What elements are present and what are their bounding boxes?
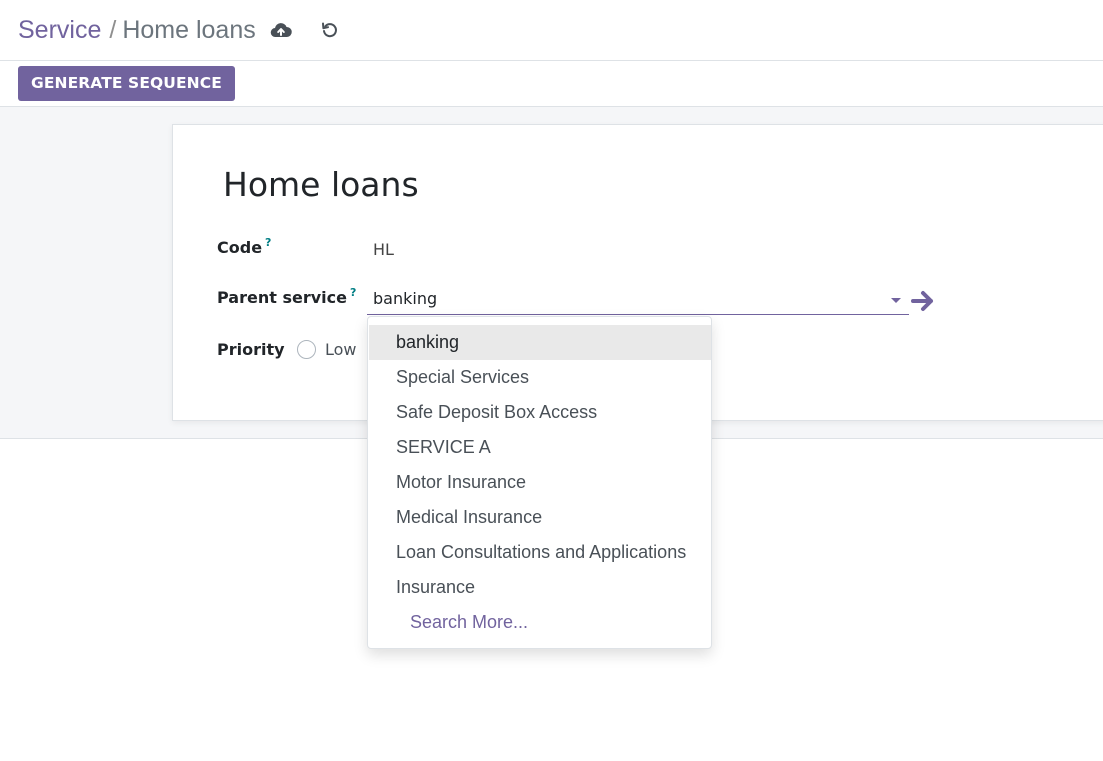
parent-service-input[interactable] [373, 289, 873, 308]
dropdown-option[interactable]: Insurance [369, 570, 711, 605]
dropdown-option[interactable]: Loan Consultations and Applications [369, 535, 711, 570]
priority-low-label[interactable]: Low [325, 340, 357, 359]
generate-sequence-button[interactable]: GENERATE SEQUENCE [18, 66, 235, 101]
control-panel: Service / Home loans [0, 0, 1103, 61]
arrow-right-icon[interactable] [910, 289, 936, 313]
parent-service-label-text: Parent service [217, 288, 347, 307]
dropdown-option[interactable]: Motor Insurance [369, 465, 711, 500]
chevron-down-icon[interactable] [891, 298, 901, 303]
action-bar: GENERATE SEQUENCE [0, 61, 1103, 107]
undo-icon[interactable] [318, 18, 342, 42]
breadcrumb-separator: / [109, 16, 117, 44]
code-label-text: Code [217, 238, 263, 257]
priority-low-radio[interactable] [297, 340, 316, 359]
parent-service-label: Parent service? [217, 286, 356, 307]
dropdown-option[interactable]: Medical Insurance [369, 500, 711, 535]
cloud-upload-icon[interactable] [269, 18, 293, 42]
breadcrumb: Service / Home loans [18, 15, 256, 45]
priority-label: Priority [217, 340, 285, 359]
parent-service-field[interactable] [367, 285, 909, 315]
parent-service-help-icon[interactable]: ? [350, 286, 356, 299]
code-value[interactable]: HL [373, 240, 394, 259]
autocomplete-dropdown: banking Special Services Safe Deposit Bo… [367, 316, 712, 649]
dropdown-option[interactable]: banking [369, 325, 711, 360]
dropdown-option[interactable]: Safe Deposit Box Access [369, 395, 711, 430]
breadcrumb-current: Home loans [122, 16, 256, 44]
record-title: Home loans [223, 165, 419, 204]
dropdown-option[interactable]: SERVICE A [369, 430, 711, 465]
search-more-link[interactable]: Search More... [369, 605, 711, 640]
code-label: Code? [217, 236, 271, 257]
breadcrumb-parent-link[interactable]: Service [18, 16, 101, 44]
code-help-icon[interactable]: ? [265, 236, 271, 249]
dropdown-option[interactable]: Special Services [369, 360, 711, 395]
